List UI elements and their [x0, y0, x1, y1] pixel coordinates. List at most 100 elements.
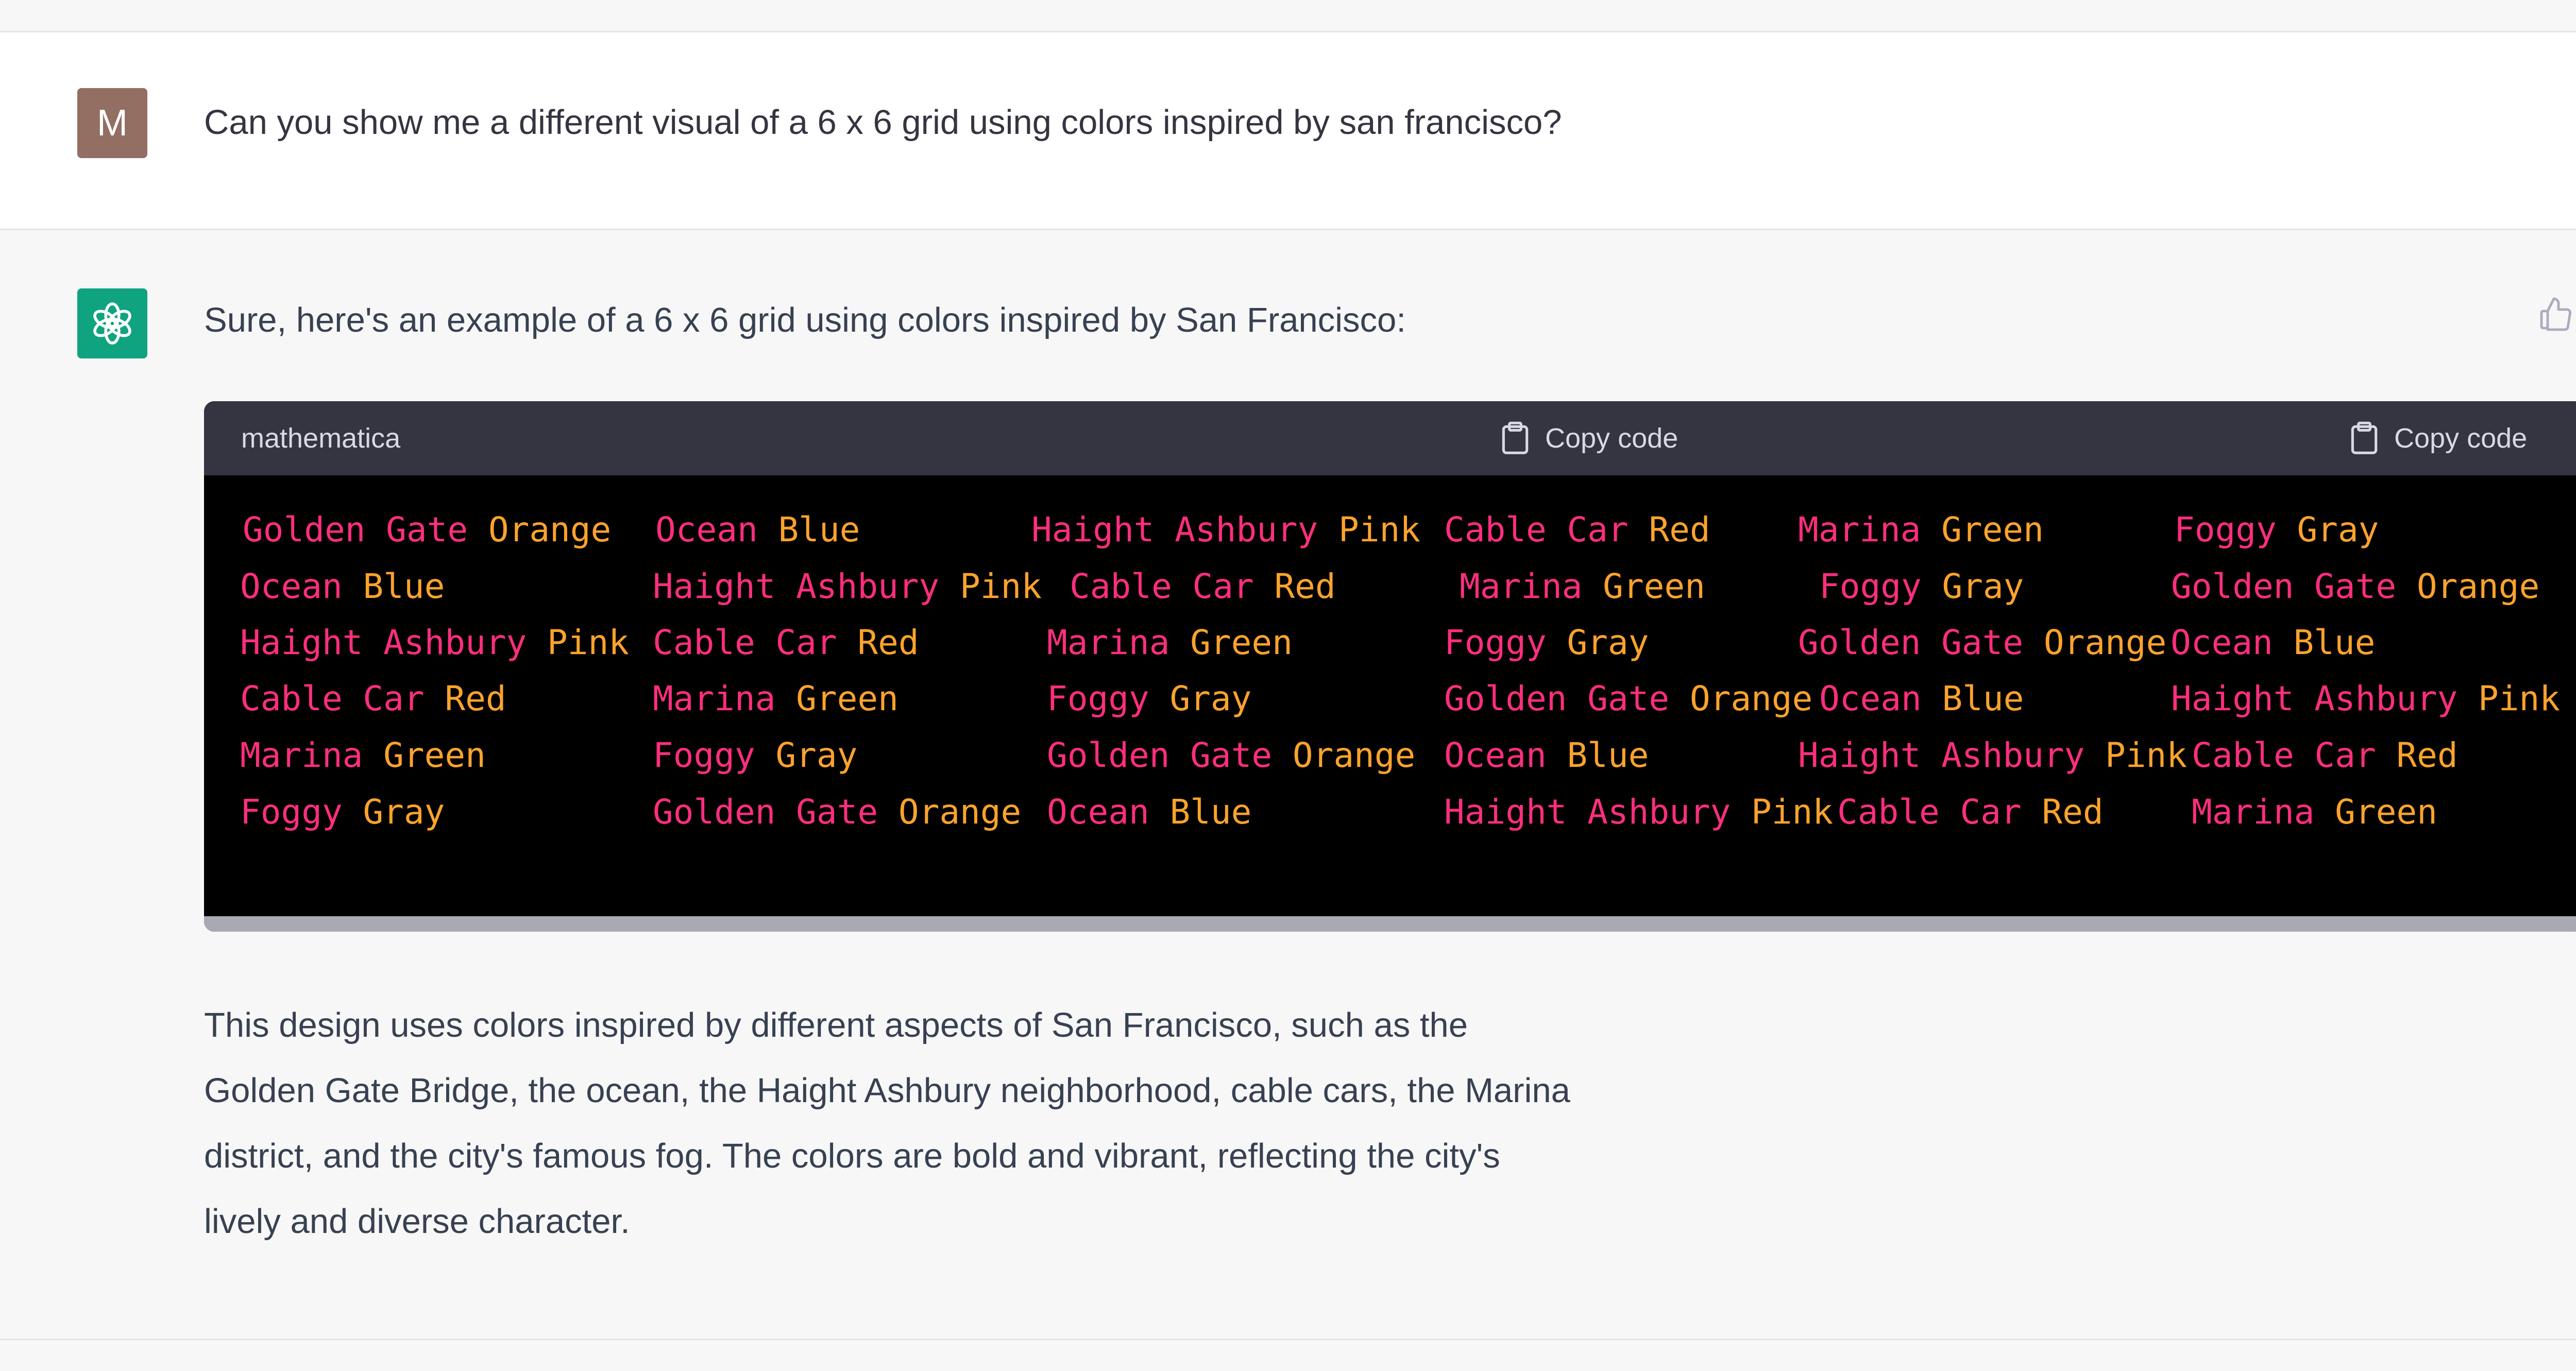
grid-cell-name: Golden Gate: [2171, 567, 2397, 606]
grid-cell-color: Orange: [2416, 567, 2540, 606]
paragraph-line: lively and diverse character.: [204, 1202, 630, 1241]
grid-cell-name: Foggy: [1444, 623, 1547, 662]
clipboard-icon: [1502, 421, 1529, 454]
grid-cell-color: Blue: [363, 567, 445, 606]
grid-cell-name: Cable Car: [1444, 510, 1629, 550]
grid-cell-name: Ocean: [1444, 735, 1547, 775]
grid-cell-name: Marina: [1460, 567, 1583, 606]
grid-cell-color: Orange: [1292, 735, 1416, 775]
grid-cell: Cable Car Red: [1837, 792, 2104, 833]
grid-cell-color: Red: [1274, 567, 1336, 606]
grid-cell-name: Cable Car: [2192, 735, 2376, 775]
grid-cell-color: Green: [1941, 510, 2044, 550]
grid-cell-color: Red: [857, 623, 919, 662]
copy-code-button[interactable]: Copy code: [1500, 417, 1678, 460]
clipboard-icon: [2351, 421, 2378, 454]
paragraph-line: This design uses colors inspired by diff…: [204, 1006, 1468, 1044]
grid-cell: Cable Car Red: [653, 622, 919, 663]
grid-cell: Marina Green: [1460, 566, 1705, 607]
grid-cell: Golden Gate Orange: [1444, 678, 1812, 719]
grid-cell-name: Foggy: [1819, 567, 1922, 606]
grid-cell-name: Haight Ashbury: [1444, 792, 1731, 832]
grid-cell-name: Ocean: [1047, 792, 1149, 832]
grid-cell: Cable Car Red: [1070, 566, 1336, 607]
user-message-text: Can you show me a different visual of a …: [204, 103, 1562, 142]
grid-cell-color: Orange: [1689, 679, 1813, 718]
grid-cell-color: Gray: [1170, 679, 1252, 718]
grid-cell-color: Blue: [1170, 792, 1252, 832]
grid-cell-name: Haight Ashbury: [2171, 679, 2458, 718]
assistant-message-row: Sure, here's an example of a 6 x 6 grid …: [0, 230, 2576, 1340]
grid-cell: Foggy Gray: [2174, 509, 2379, 551]
grid-cell-name: Golden Gate: [1798, 623, 2024, 662]
grid-cell: Foggy Gray: [1444, 622, 1649, 663]
grid-cell-color: Green: [383, 735, 486, 775]
grid-cell: Golden Gate Orange: [1047, 735, 1415, 776]
grid-cell-color: Green: [1603, 567, 1705, 606]
grid-cell-color: Orange: [2043, 623, 2167, 662]
grid-cell-name: Foggy: [1047, 679, 1149, 718]
paragraph-line: Golden Gate Bridge, the ocean, the Haigh…: [204, 1071, 1570, 1110]
grid-cell: Ocean Blue: [1444, 735, 1649, 776]
grid-cell: Foggy Gray: [1819, 566, 2024, 607]
grid-cell-color: Pink: [960, 567, 1042, 606]
grid-cell: Foggy Gray: [240, 792, 445, 833]
grid-cell-color: Red: [2042, 792, 2104, 832]
grid-cell: Golden Gate Orange: [2171, 566, 2539, 607]
grid-cell-color: Pink: [1751, 792, 1833, 832]
paragraph-line: district, and the city's famous fog. The…: [204, 1137, 1500, 1175]
grid-cell-color: Orange: [488, 510, 612, 550]
grid-cell: Haight Ashbury Pink: [1444, 792, 1833, 833]
grid-cell-name: Haight Ashbury: [653, 567, 940, 606]
code-language-label: mathematica: [241, 423, 401, 454]
user-message-row: M Can you show me a different visual of …: [0, 32, 2576, 230]
grid-cell-color: Red: [445, 679, 506, 718]
grid-cell-name: Cable Car: [1070, 567, 1254, 606]
grid-cell-color: Orange: [898, 792, 1022, 832]
code-content[interactable]: Golden Gate Orange Ocean Blue Haight Ashbu…: [204, 475, 2576, 923]
grid-cell-name: Marina: [653, 679, 776, 718]
grid-cell-name: Haight Ashbury: [1031, 510, 1318, 550]
grid-cell-color: Gray: [363, 792, 445, 832]
grid-cell: Haight Ashbury Pink: [240, 622, 629, 663]
assistant-paragraph: This design uses colors inspired by diff…: [204, 992, 1750, 1254]
grid-cell: Marina Green: [1798, 509, 2044, 551]
openai-logo-icon: [93, 302, 131, 345]
thumbs-up-button[interactable]: [2532, 291, 2576, 337]
horizontal-scrollbar[interactable]: [204, 916, 2576, 932]
grid-cell-color: Green: [796, 679, 899, 718]
copy-code-label: Copy code: [2394, 423, 2528, 454]
grid-cell-name: Golden Gate: [1047, 735, 1273, 775]
grid-cell: Golden Gate Orange: [1798, 622, 2166, 663]
grid-cell-color: Gray: [775, 735, 858, 775]
copy-code-label: Copy code: [1545, 423, 1679, 454]
grid-cell: Cable Car Red: [2192, 735, 2458, 776]
grid-cell: Haight Ashbury Pink: [1798, 735, 2187, 776]
grid-cell-color: Gray: [1942, 567, 2024, 606]
grid-cell-color: Green: [2335, 792, 2437, 832]
grid-cell-name: Ocean: [2171, 623, 2273, 662]
grid-cell-color: Blue: [778, 510, 860, 550]
grid-cell: Ocean Blue: [1819, 678, 2024, 719]
avatar-letter: M: [97, 102, 128, 144]
grid-cell-color: Blue: [2293, 623, 2376, 662]
grid-cell-color: Pink: [1338, 510, 1420, 550]
grid-cell-name: Cable Car: [240, 679, 425, 718]
code-block-header: mathematica Copy code Copy code: [204, 401, 2576, 475]
grid-cell-name: Ocean: [1819, 679, 1922, 718]
code-block: mathematica Copy code Copy code Golden G…: [204, 401, 2576, 932]
grid-cell-color: Gray: [1567, 623, 1649, 662]
thumbs-up-icon: [2540, 297, 2571, 331]
grid-cell-name: Marina: [240, 735, 363, 775]
grid-cell-name: Golden Gate: [1444, 679, 1670, 718]
grid-cell: Marina Green: [2192, 792, 2437, 833]
grid-cell: Marina Green: [1047, 622, 1293, 663]
grid-cell-name: Cable Car: [653, 623, 837, 662]
user-avatar: M: [77, 88, 147, 158]
grid-cell-color: Red: [1649, 510, 1710, 550]
copy-code-button-2[interactable]: Copy code: [2349, 417, 2527, 460]
grid-cell-color: Pink: [2105, 735, 2187, 775]
grid-cell-name: Haight Ashbury: [240, 623, 527, 662]
grid-cell: Cable Car Red: [1444, 509, 1710, 551]
grid-cell-color: Green: [1190, 623, 1293, 662]
